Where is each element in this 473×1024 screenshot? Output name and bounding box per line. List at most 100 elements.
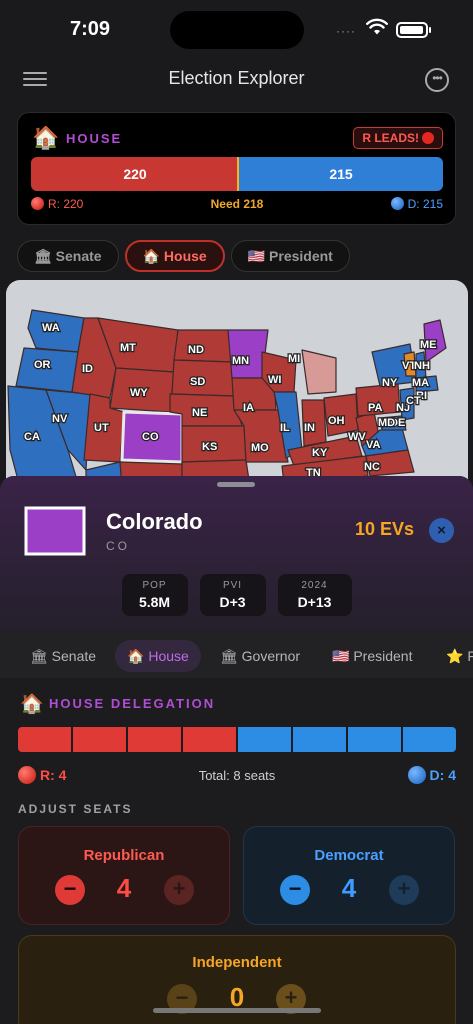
capitol-icon: 🏛 (220, 648, 238, 664)
map-label-ia: IA (243, 402, 254, 414)
stat-key: 2024 (301, 580, 328, 591)
blue-ball-icon (390, 197, 404, 210)
stat-pvi: PVI D+3 (199, 574, 266, 616)
star-icon: ⭐ (446, 648, 464, 664)
rep-plus-button[interactable]: + (164, 875, 194, 905)
map-label-il: IL (280, 422, 290, 434)
status-bar: 7:09 ···· (0, 0, 473, 58)
map-label-nc: NC (364, 461, 380, 473)
tab-senate-label: Senate (51, 648, 97, 664)
rep-seats-segment: 220 (31, 157, 239, 191)
dem-plus-button[interactable]: + (389, 875, 419, 905)
tab-senate-label: Senate (55, 248, 102, 264)
us-flag-icon: 🇺🇸 (332, 648, 350, 664)
stat-key: PVI (222, 580, 243, 591)
map-label-wy: WY (130, 387, 148, 399)
house-icon: 🏠 (142, 248, 161, 264)
rep-seat-block (128, 727, 181, 752)
map-label-ks: KS (202, 441, 217, 453)
map-label-md: MD (378, 417, 395, 429)
stat-value: D+3 (219, 594, 246, 610)
tab-president-label: President (353, 648, 413, 664)
stat-value: D+13 (297, 594, 332, 610)
map-label-ma: MA (412, 377, 429, 389)
map-label-ne: NE (192, 407, 207, 419)
capitol-icon: 🏛 (30, 648, 48, 664)
dem-seat-block (293, 727, 346, 752)
stat-pop: POP 5.8M (121, 574, 188, 616)
house-icon: 🏠 (127, 648, 145, 664)
tab-house-label: House (163, 248, 207, 264)
map-label-mo: MO (251, 442, 269, 454)
sheet-header: Colorado CO 10 EVs × POP 5.8M PVI D+3 20… (0, 476, 473, 634)
map-label-co: CO (142, 431, 159, 443)
electoral-votes: 10 EVs (355, 519, 415, 539)
map-label-wa: WA (42, 322, 60, 334)
majority-line (237, 157, 239, 191)
map-label-va: VA (366, 439, 381, 451)
map-label-nh: NH (414, 360, 430, 372)
map-label-ky: KY (312, 447, 328, 459)
adjust-seats-heading: ADJUST SEATS (18, 802, 133, 816)
dem-count: D: 4 (407, 766, 456, 784)
state-mi (301, 349, 337, 395)
wifi-icon (366, 18, 388, 35)
tab-house[interactable]: 🏠 House (115, 640, 201, 672)
state-name: Colorado (106, 509, 203, 534)
tab-senate[interactable]: 🏛 Senate (18, 640, 108, 672)
tab-senate[interactable]: 🏛 Senate (17, 240, 119, 272)
tab-house[interactable]: 🏠 House (124, 240, 225, 272)
nav-bar: Election Explorer ••• (0, 58, 473, 102)
tab-president[interactable]: 🇺🇸 President (320, 640, 424, 672)
map-label-me: ME (420, 339, 437, 351)
sheet-grabber[interactable] (217, 482, 255, 487)
map-label-oh: OH (328, 415, 345, 427)
more-options-icon[interactable]: ••• (425, 68, 449, 92)
map-label-mi: MI (288, 353, 300, 365)
cellular-signal-icon: ···· (336, 24, 356, 38)
dem-seat-block (403, 727, 456, 752)
house-balance-bar: 220 215 (31, 157, 443, 191)
tab-governor[interactable]: 🏛 Governor (208, 640, 312, 672)
map-label-sd: SD (190, 376, 205, 388)
race-tabs: 🏛 Senate 🏠 House 🏛 Governor 🇺🇸 President… (0, 634, 473, 678)
dem-seat-block (348, 727, 401, 752)
seat-bar (18, 727, 456, 752)
map-label-pa: PA (368, 402, 383, 414)
map-label-wi: WI (268, 374, 281, 386)
dynamic-island (170, 11, 304, 49)
independent-label: Independent (192, 954, 282, 971)
map-label-wv: WV (348, 431, 366, 443)
democrat-card: Democrat − 4 + (243, 826, 455, 925)
map-label-in: IN (304, 422, 315, 434)
dem-seats-segment: 215 (239, 157, 443, 191)
rep-seat-block (183, 727, 236, 752)
blue-ball-icon (407, 766, 426, 784)
dem-total-label: D: 215 (407, 197, 443, 211)
state-abbr: CO (106, 539, 130, 553)
tab-president[interactable]: 🇺🇸 President (230, 240, 350, 272)
need-label: Need 218 (210, 197, 264, 211)
tab-president-label: President (269, 248, 333, 264)
page-title: Election Explorer (168, 68, 305, 88)
map-label-id: ID (82, 363, 93, 375)
red-dot-icon (422, 132, 434, 144)
battery-icon (396, 22, 431, 38)
delegation-tally: R: 4 Total: 8 seats D: 4 (18, 766, 456, 786)
democrat-label: Democrat (314, 847, 384, 864)
tab-favorites-label: F (467, 648, 473, 664)
chamber-tabs: 🏛 Senate 🏠 House 🇺🇸 President (17, 240, 350, 272)
dem-seat-count: 4 (341, 873, 357, 903)
republican-card: Republican − 4 + (18, 826, 230, 925)
house-card-footer: R: 220 Need 218 D: 215 (31, 197, 443, 213)
delegation-title: HOUSE DELEGATION (49, 696, 216, 711)
map-label-nv: NV (52, 413, 68, 425)
capitol-icon: 🏛 (34, 248, 52, 264)
colorado-shape-icon (24, 506, 86, 556)
tab-favorites[interactable]: ⭐ F (434, 640, 473, 672)
house-summary-card: 🏠 HOUSE R LEADS! 220 215 R: 220 Need 218… (17, 112, 456, 225)
stat-2024: 2024 D+13 (277, 574, 352, 616)
map-label-ny: NY (382, 377, 398, 389)
home-indicator (153, 1008, 321, 1013)
close-icon[interactable]: × (429, 518, 454, 543)
